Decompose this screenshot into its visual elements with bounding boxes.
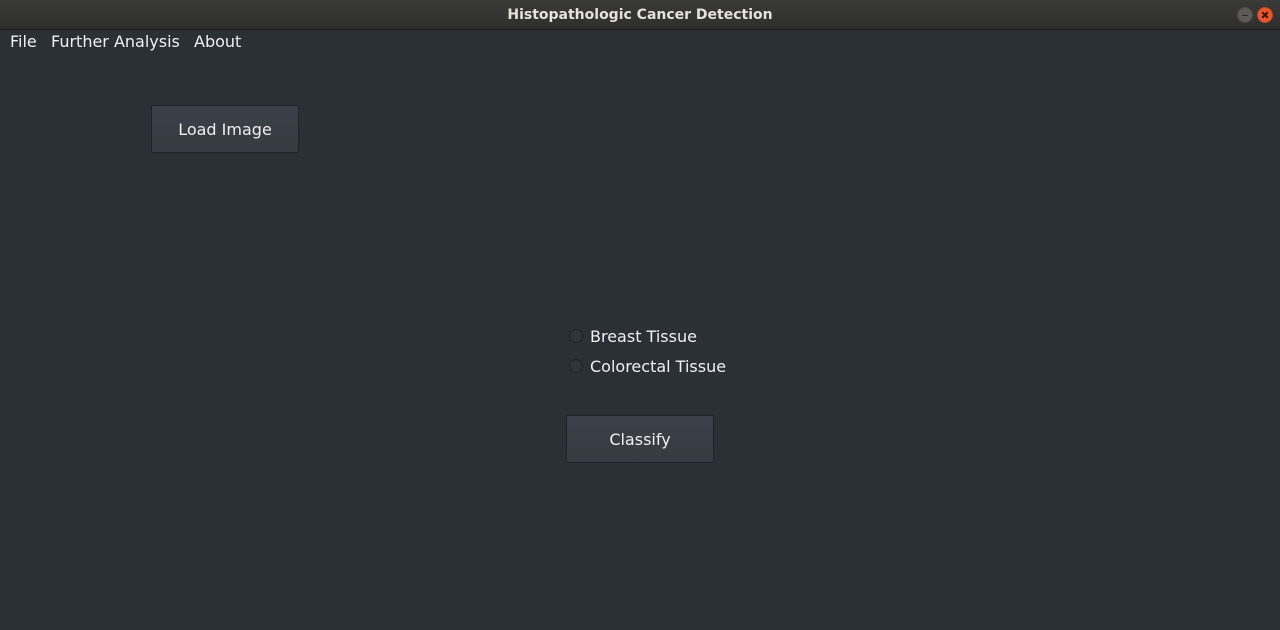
menu-file[interactable]: File	[10, 32, 37, 51]
load-image-button[interactable]: Load Image	[151, 105, 299, 153]
app-window: Histopathologic Cancer Detection File Fu…	[0, 0, 1280, 630]
radio-unchecked-icon[interactable]	[569, 359, 583, 373]
menu-about[interactable]: About	[194, 32, 241, 51]
classify-button[interactable]: Classify	[566, 415, 714, 463]
radio-breast-tissue[interactable]: Breast Tissue	[569, 325, 697, 347]
radio-breast-tissue-label: Breast Tissue	[590, 326, 697, 346]
minimize-icon[interactable]	[1237, 7, 1253, 23]
radio-colorectal-tissue[interactable]: Colorectal Tissue	[569, 355, 726, 377]
title-bar[interactable]: Histopathologic Cancer Detection	[0, 0, 1280, 30]
menu-bar: File Further Analysis About	[0, 30, 1280, 54]
menu-further-analysis[interactable]: Further Analysis	[51, 32, 180, 51]
close-icon[interactable]	[1257, 7, 1273, 23]
window-title: Histopathologic Cancer Detection	[507, 7, 773, 23]
radio-colorectal-tissue-label: Colorectal Tissue	[590, 356, 727, 376]
radio-unchecked-icon[interactable]	[569, 329, 583, 343]
